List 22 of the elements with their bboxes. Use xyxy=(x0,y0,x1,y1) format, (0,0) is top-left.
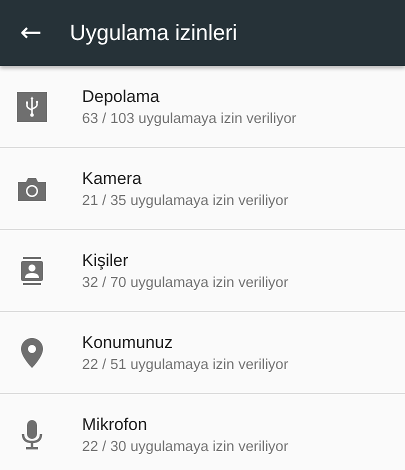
permission-summary: 22 / 30 uygulamaya izin veriliyor xyxy=(82,438,288,454)
permission-item[interactable]: Kişiler 32 / 70 uygulamaya izin veriliyor xyxy=(0,230,405,312)
permission-summary: 63 / 103 uygulamaya izin veriliyor xyxy=(82,110,296,126)
permission-name: Konumunuz xyxy=(82,332,174,352)
permission-item[interactable]: Depolama 63 / 103 uygulamaya izin veriliyor xyxy=(0,66,405,148)
contact-card-icon xyxy=(21,256,43,284)
microphone-icon xyxy=(21,420,43,450)
permission-name: Depolama xyxy=(82,86,160,106)
location-pin-icon xyxy=(21,338,43,368)
usb-icon xyxy=(17,92,47,122)
screen-title: Uygulama izinleri xyxy=(70,20,238,46)
permission-name: Kamera xyxy=(82,168,143,188)
permission-name: Mikrofon xyxy=(82,414,148,434)
permission-summary: 32 / 70 uygulamaya izin veriliyor xyxy=(82,274,288,290)
back-button[interactable]: ← xyxy=(14,20,48,46)
permission-item[interactable]: Konumunuz 22 / 51 uygulamaya izin veriliyor xyxy=(0,312,405,394)
permission-item[interactable]: Kamera 21 / 35 uygulamaya izin veriliyor xyxy=(0,148,405,230)
permission-summary: 22 / 51 uygulamaya izin veriliyor xyxy=(82,356,288,372)
permission-name: Kişiler xyxy=(82,250,130,270)
camera-icon xyxy=(18,176,46,200)
permission-summary: 21 / 35 uygulamaya izin veriliyor xyxy=(82,192,288,208)
permission-item[interactable]: Mikrofon 22 / 30 uygulamaya izin veriliyor xyxy=(0,394,405,470)
